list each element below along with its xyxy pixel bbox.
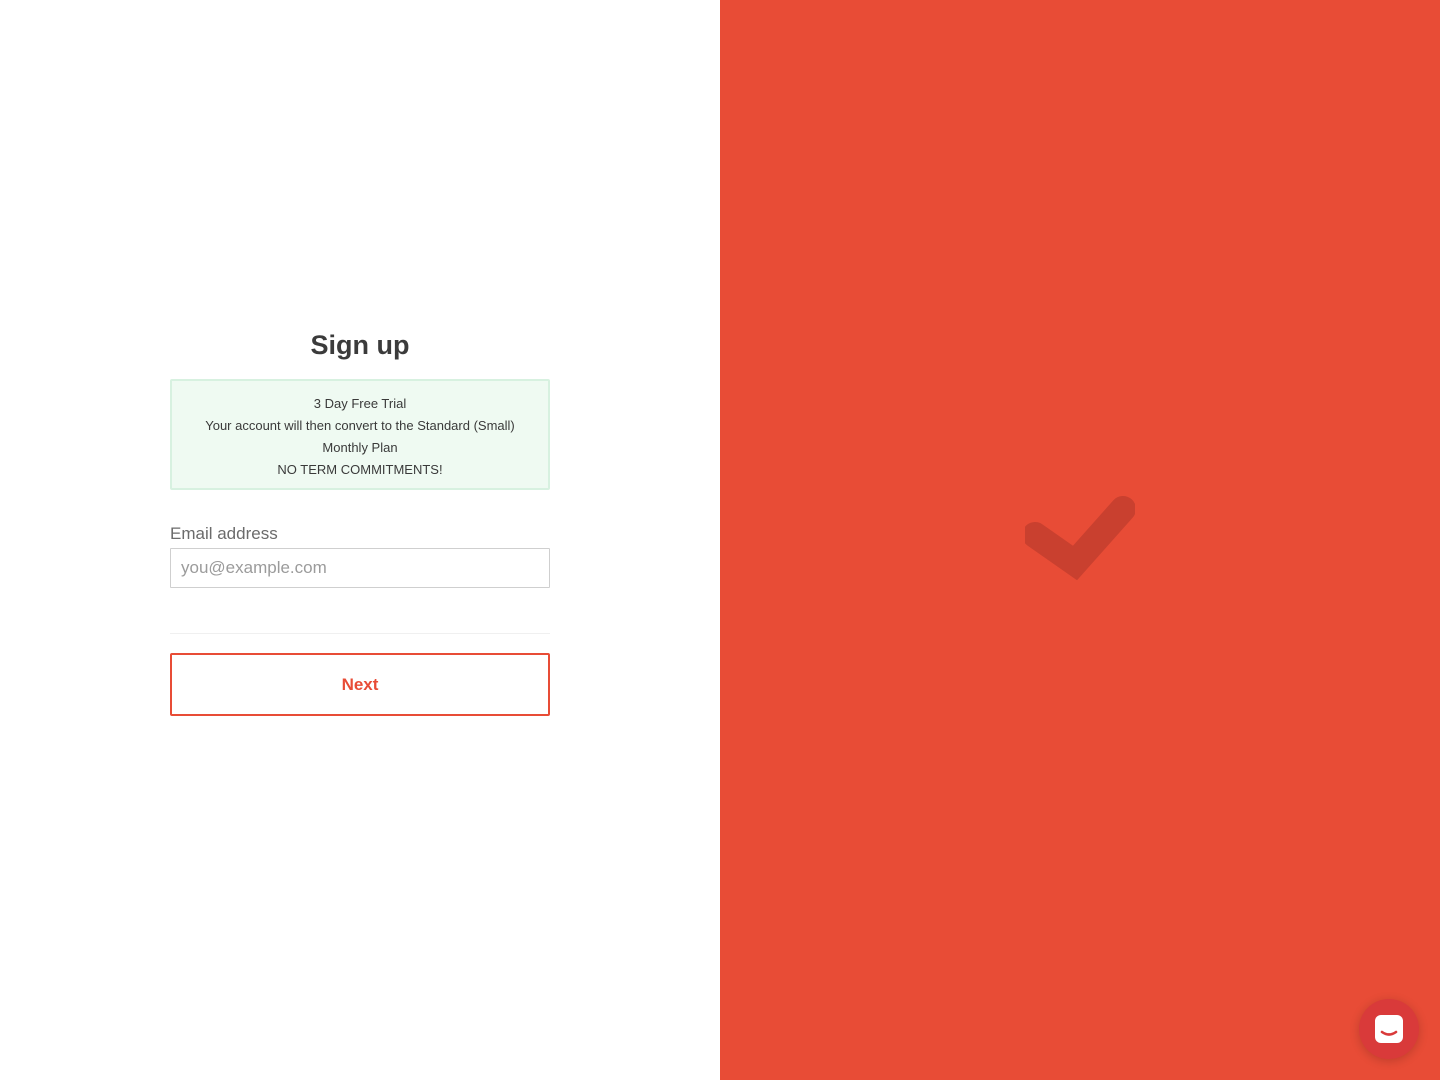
- email-label: Email address: [170, 524, 278, 543]
- email-field[interactable]: [170, 548, 550, 588]
- page-title: Sign up: [310, 330, 410, 360]
- form-panel: Sign up 3 Day Free Trial Your account wi…: [0, 0, 720, 1080]
- next-button[interactable]: Next: [170, 653, 550, 716]
- trial-info-line: 3 Day Free Trial: [313, 396, 407, 411]
- chat-icon: [1375, 1015, 1403, 1043]
- signup-page: Sign up 3 Day Free Trial Your account wi…: [0, 0, 1440, 1080]
- trial-info-line: Your account will then convert to the St…: [205, 418, 515, 433]
- chat-launcher-button[interactable]: [1359, 999, 1419, 1059]
- trial-info-line: NO TERM COMMITMENTS!: [277, 462, 443, 477]
- divider: [170, 633, 550, 634]
- trial-info-line: Monthly Plan: [322, 440, 398, 455]
- checkmark-icon: [1025, 496, 1135, 581]
- trial-info-box: 3 Day Free Trial Your account will then …: [170, 379, 550, 490]
- brand-panel: [720, 0, 1440, 1080]
- signup-form: Sign up 3 Day Free Trial Your account wi…: [170, 325, 550, 716]
